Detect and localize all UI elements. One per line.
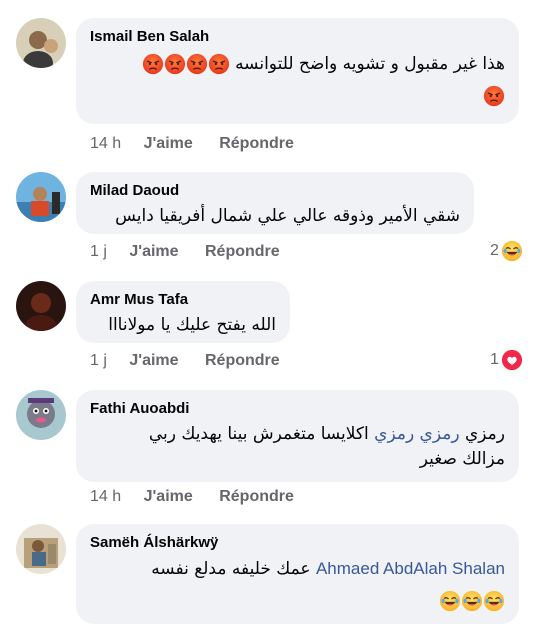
avatar[interactable] bbox=[16, 18, 66, 68]
comment-text: هذا غير مقبول و تشويه واضح للتوانسه bbox=[90, 52, 505, 77]
comment-text-body: هذا غير مقبول و تشويه واضح للتوانسه bbox=[235, 54, 505, 74]
comment-author[interactable]: Ismail Ben Salah bbox=[90, 28, 505, 46]
comment-3: Amr Mus Tafa الله يفتح عليك يا مولانااا … bbox=[0, 279, 540, 379]
comment-time[interactable]: 14 h bbox=[90, 135, 121, 152]
reaction-count: 2 bbox=[490, 242, 499, 259]
comment-bubble: Amr Mus Tafa الله يفتح عليك يا مولانااا bbox=[76, 281, 290, 343]
angry-emoji-icon bbox=[208, 53, 230, 75]
avatar[interactable] bbox=[16, 281, 66, 331]
angry-emoji-icon bbox=[142, 53, 164, 75]
comment-text-body: عمك خليفه مدلع نفسه bbox=[151, 559, 311, 579]
comment-actions: 1 j J'aime Répondre bbox=[90, 351, 302, 371]
reaction-count: 1 bbox=[490, 351, 499, 368]
emoji-row bbox=[90, 85, 505, 111]
like-button[interactable]: J'aime bbox=[144, 135, 193, 152]
laughing-emoji-icon bbox=[439, 590, 461, 612]
comment-time[interactable]: 14 h bbox=[90, 488, 121, 505]
comment-time[interactable]: 1 j bbox=[90, 243, 107, 260]
emoji-row bbox=[90, 590, 505, 616]
reply-button[interactable]: Répondre bbox=[205, 352, 280, 369]
comment-text-pre: رمزي bbox=[464, 424, 505, 444]
comment-1: Ismail Ben Salah هذا غير مقبول و تشويه و… bbox=[0, 0, 540, 160]
angry-emoji-icon bbox=[164, 53, 186, 75]
like-button[interactable]: J'aime bbox=[129, 352, 178, 369]
laughing-emoji-icon bbox=[483, 590, 505, 612]
reaction-summary[interactable]: 1 bbox=[490, 349, 523, 371]
comment-time[interactable]: 1 j bbox=[90, 352, 107, 369]
comment-4: Fathi Auoabdi رمزي رمزي رمزي اكلايسا متغ… bbox=[0, 388, 540, 518]
comment-bubble: Ismail Ben Salah هذا غير مقبول و تشويه و… bbox=[76, 18, 519, 124]
comment-text: Ahmaed AbdAlah Shalan عمك خليفه مدلع نفس… bbox=[90, 556, 505, 582]
comment-author[interactable]: Milad Daoud bbox=[90, 182, 460, 200]
comment-bubble: Milad Daoud شقي الأمير وذوقه عالي علي شم… bbox=[76, 172, 474, 234]
laughing-emoji-icon bbox=[501, 240, 523, 262]
comment-author[interactable]: Amr Mus Tafa bbox=[90, 291, 276, 309]
comment-text: الله يفتح عليك يا مولانااا bbox=[108, 315, 276, 335]
mention-link[interactable]: Ahmaed AbdAlah Shalan bbox=[316, 559, 505, 578]
comment-text-body: اكلايسا متغمرش بينا يهديك ربي bbox=[148, 424, 369, 444]
avatar[interactable] bbox=[16, 524, 66, 574]
comment-actions: 14 h J'aime Répondre bbox=[90, 134, 316, 154]
mention-link[interactable]: رمزي رمزي bbox=[374, 424, 459, 444]
comment-text: رمزي رمزي رمزي اكلايسا متغمرش بينا يهديك… bbox=[90, 422, 505, 447]
comment-bubble: Samëh Álshärkwÿ Ahmaed AbdAlah Shalan عم… bbox=[76, 524, 519, 624]
comment-5: Samëh Álshärkwÿ Ahmaed AbdAlah Shalan عم… bbox=[0, 522, 540, 629]
reply-button[interactable]: Répondre bbox=[205, 243, 280, 260]
reply-button[interactable]: Répondre bbox=[219, 135, 294, 152]
like-button[interactable]: J'aime bbox=[129, 243, 178, 260]
comment-actions: 1 j J'aime Répondre bbox=[90, 242, 302, 262]
laughing-emoji-icon bbox=[461, 590, 483, 612]
reply-button[interactable]: Répondre bbox=[219, 488, 294, 505]
avatar[interactable] bbox=[16, 172, 66, 222]
reaction-summary[interactable]: 2 bbox=[490, 240, 523, 262]
comment-author[interactable]: Samëh Álshärkwÿ bbox=[90, 534, 505, 552]
angry-emoji-icon bbox=[186, 53, 208, 75]
comment-bubble: Fathi Auoabdi رمزي رمزي رمزي اكلايسا متغ… bbox=[76, 390, 519, 482]
comment-2: Milad Daoud شقي الأمير وذوقه عالي علي شم… bbox=[0, 170, 540, 270]
love-reaction-icon bbox=[501, 349, 523, 371]
like-button[interactable]: J'aime bbox=[144, 488, 193, 505]
comment-text: شقي الأمير وذوقه عالي علي شمال أفريقيا د… bbox=[115, 206, 460, 226]
emoji-group bbox=[142, 54, 230, 74]
comment-text-line2: مزالك صغير bbox=[419, 449, 505, 469]
comment-actions: 14 h J'aime Répondre bbox=[90, 487, 316, 507]
comment-author[interactable]: Fathi Auoabdi bbox=[90, 400, 505, 418]
avatar[interactable] bbox=[16, 390, 66, 440]
angry-emoji-icon bbox=[483, 85, 505, 107]
